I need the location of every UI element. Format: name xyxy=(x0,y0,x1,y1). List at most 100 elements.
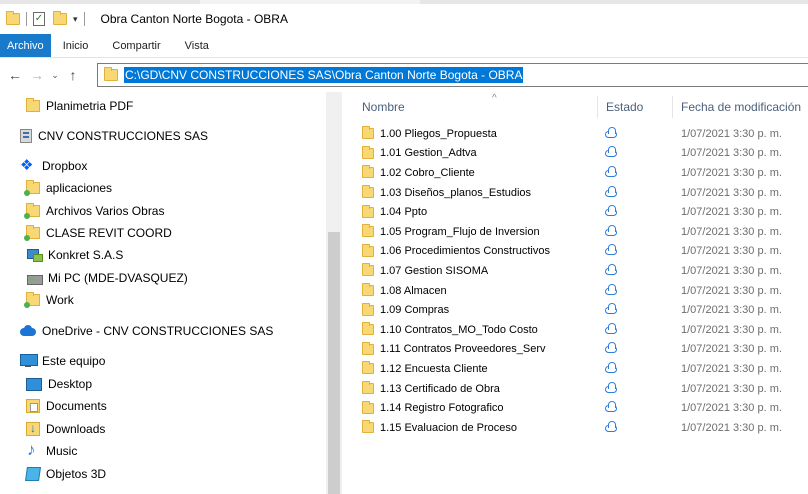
dropbox-icon xyxy=(20,156,36,174)
new-folder-icon[interactable] xyxy=(53,11,67,25)
cloud-status-icon xyxy=(605,244,619,256)
folder-icon[interactable] xyxy=(6,11,20,25)
nav-item-archivos-varios-obras[interactable]: Archivos Varios Obras xyxy=(24,200,164,222)
file-name[interactable]: 1.11 Contratos Proveedores_Serv xyxy=(362,341,546,355)
tab-archivo[interactable]: Archivo xyxy=(0,34,51,57)
file-row[interactable]: 1.06 Procedimientos Constructivos 1/07/20… xyxy=(362,242,808,262)
file-row[interactable]: 1.13 Certificado de Obra 1/07/2021 3:30 p… xyxy=(362,379,808,399)
file-name[interactable]: 1.12 Encuesta Cliente xyxy=(362,361,488,375)
file-name[interactable]: 1.04 Ppto xyxy=(362,204,427,218)
file-name-label: 1.02 Cobro_Cliente xyxy=(380,166,475,179)
file-name[interactable]: 1.01 Gestion_Adtva xyxy=(362,145,477,159)
file-date: 1/07/2021 3:30 p. m. xyxy=(681,127,782,140)
folder-icon xyxy=(362,381,374,395)
column-divider[interactable] xyxy=(672,96,673,118)
drive-icon xyxy=(26,271,43,285)
file-name[interactable]: 1.06 Procedimientos Constructivos xyxy=(362,243,550,257)
nav-item-label: Work xyxy=(46,293,74,307)
folder-icon xyxy=(362,302,374,316)
file-name[interactable]: 1.15 Evaluacion de Proceso xyxy=(362,420,517,434)
nav-item-aplicaciones[interactable]: aplicaciones xyxy=(24,177,112,199)
nav-item-planimetria-pdf[interactable]: Planimetria PDF xyxy=(26,95,133,117)
file-name[interactable]: 1.05 Program_Flujo de Inversion xyxy=(362,224,540,238)
tab-inicio[interactable]: Inicio xyxy=(51,34,101,57)
file-date: 1/07/2021 3:30 p. m. xyxy=(681,304,782,317)
nav-item-onedrive[interactable]: OneDrive - CNV CONSTRUCCIONES SAS xyxy=(20,320,273,342)
toolbar-separator xyxy=(83,12,85,26)
file-date: 1/07/2021 3:30 p. m. xyxy=(681,421,782,434)
nav-item-label: Downloads xyxy=(46,422,106,436)
file-row[interactable]: 1.07 Gestion SISOMA 1/07/2021 3:30 p. m. xyxy=(362,261,808,281)
column-header-status[interactable]: Estado xyxy=(606,92,676,122)
file-name[interactable]: 1.03 Diseños_planos_Estudios xyxy=(362,185,531,199)
nav-item-music[interactable]: Music xyxy=(26,440,77,462)
column-header-date[interactable]: Fecha de modificación xyxy=(681,92,808,122)
window-title: Obra Canton Norte Bogota - OBRA xyxy=(100,12,288,26)
desktop-icon xyxy=(26,377,42,391)
file-row[interactable]: 1.12 Encuesta Cliente 1/07/2021 3:30 p. m… xyxy=(362,359,808,379)
nav-item-cnv-construcciones[interactable]: CNV CONSTRUCCIONES SAS xyxy=(20,125,208,147)
cloud-status-icon xyxy=(605,381,619,394)
downloads-icon xyxy=(26,421,40,436)
nav-item-downloads[interactable]: Downloads xyxy=(26,418,105,440)
file-row[interactable]: 1.15 Evaluacion de Proceso 1/07/2021 3:30… xyxy=(362,418,808,438)
file-row[interactable]: 1.03 Diseños_planos_Estudios 1/07/2021 3:… xyxy=(362,183,808,203)
file-name[interactable]: 1.08 Almacen xyxy=(362,283,447,297)
column-header-name[interactable]: Nombre ^ xyxy=(362,92,602,122)
address-row: ← → ⌄ ↑ C:\GD\CNV CONSTRUCCIONES SAS\Obr… xyxy=(0,60,808,90)
file-name[interactable]: 1.14 Registro Fotografico xyxy=(362,400,504,414)
file-row[interactable]: 1.04 Ppto 1/07/2021 3:30 p. m. xyxy=(362,202,808,222)
objects-3d-icon xyxy=(25,467,41,481)
file-name[interactable]: 1.10 Contratos_MO_Todo Costo xyxy=(362,322,538,336)
nav-item-konkret[interactable]: Konkret S.A.S xyxy=(26,244,123,266)
scrollbar-thumb[interactable] xyxy=(328,232,340,494)
nav-item-work[interactable]: Work xyxy=(24,289,74,311)
file-date: 1/07/2021 3:30 p. m. xyxy=(681,245,782,258)
nav-item-desktop[interactable]: Desktop xyxy=(26,373,92,395)
file-name[interactable]: 1.02 Cobro_Cliente xyxy=(362,165,475,179)
file-name[interactable]: 1.09 Compras xyxy=(362,302,449,316)
recent-locations-chevron-icon[interactable]: ⌄ xyxy=(48,70,62,81)
nav-item-objetos-3d[interactable]: Objetos 3D xyxy=(25,463,106,485)
nav-item-label: Desktop xyxy=(48,377,93,391)
file-row[interactable]: 1.05 Program_Flujo de Inversion 1/07/2021… xyxy=(362,222,808,242)
file-date: 1/07/2021 3:30 p. m. xyxy=(681,362,782,375)
properties-icon[interactable]: ✓ xyxy=(33,12,45,26)
nav-pane-scrollbar[interactable] xyxy=(326,92,342,494)
folder-icon xyxy=(362,204,374,218)
cloud-status-icon xyxy=(605,205,619,217)
folder-icon xyxy=(362,322,374,336)
nav-item-clase-revit-coord[interactable]: CLASE REVIT COORD xyxy=(24,222,172,244)
file-name-label: 1.00 Pliegos_Propuesta xyxy=(380,127,497,140)
tab-vista[interactable]: Vista xyxy=(173,34,221,57)
folder-icon xyxy=(24,180,40,196)
back-arrow-icon[interactable]: ← xyxy=(4,67,26,83)
file-name[interactable]: 1.13 Certificado de Obra xyxy=(362,381,500,395)
nav-item-label: Dropbox xyxy=(42,159,88,173)
file-date: 1/07/2021 3:30 p. m. xyxy=(681,147,782,160)
file-name[interactable]: 1.07 Gestion SISOMA xyxy=(362,263,488,277)
address-bar[interactable]: C:\GD\CNV CONSTRUCCIONES SAS\Obra Canton… xyxy=(97,63,808,87)
nav-item-dropbox[interactable]: Dropbox xyxy=(20,155,87,177)
file-row[interactable]: 1.09 Compras 1/07/2021 3:30 p. m. xyxy=(362,300,808,320)
file-row[interactable]: 1.11 Contratos Proveedores_Serv 1/07/2021… xyxy=(362,340,808,360)
tab-compartir[interactable]: Compartir xyxy=(100,34,172,57)
nav-item-este-equipo[interactable]: Este equipo xyxy=(20,350,105,372)
file-row[interactable]: 1.08 Almacen 1/07/2021 3:30 p. m. xyxy=(362,281,808,301)
file-name[interactable]: 1.00 Pliegos_Propuesta xyxy=(362,126,497,140)
forward-arrow-icon[interactable]: → xyxy=(26,67,48,83)
column-divider[interactable] xyxy=(597,96,598,118)
file-row[interactable]: 1.10 Contratos_MO_Todo Costo 1/07/2021 3:… xyxy=(362,320,808,340)
music-icon xyxy=(26,440,40,460)
file-row[interactable]: 1.14 Registro Fotografico 1/07/2021 3:30 … xyxy=(362,398,808,418)
cloud-status-icon xyxy=(605,361,619,374)
nav-item-mi-pc[interactable]: Mi PC (MDE-DVASQUEZ) xyxy=(26,267,188,289)
file-row[interactable]: 1.00 Pliegos_Propuesta 1/07/2021 3:30 p. … xyxy=(362,124,808,144)
file-row[interactable]: 1.01 Gestion_Adtva 1/07/2021 3:30 p. m. xyxy=(362,144,808,164)
customize-toolbar-dropdown-icon[interactable]: ▾ xyxy=(73,14,78,25)
up-arrow-icon[interactable]: ↑ xyxy=(62,67,84,83)
file-name-label: 1.10 Contratos_MO_Todo Costo xyxy=(380,323,538,336)
file-row[interactable]: 1.02 Cobro_Cliente 1/07/2021 3:30 p. m. xyxy=(362,163,808,183)
nav-item-documents[interactable]: Documents xyxy=(26,395,107,417)
address-path[interactable]: C:\GD\CNV CONSTRUCCIONES SAS\Obra Canton… xyxy=(124,67,524,83)
